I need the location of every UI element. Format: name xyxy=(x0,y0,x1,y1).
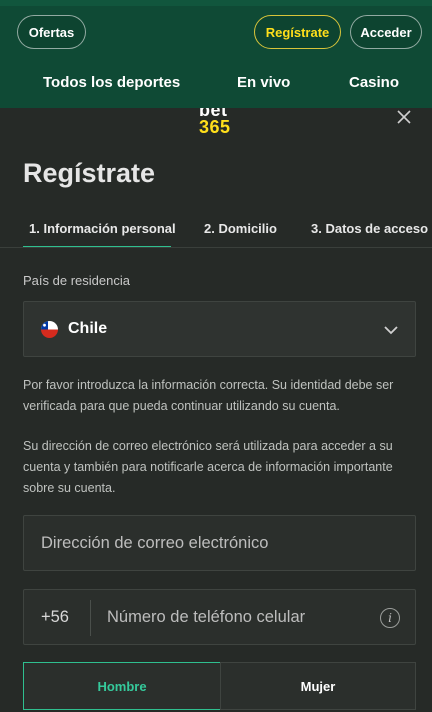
email-notice: Su dirección de correo electrónico será … xyxy=(23,439,393,495)
active-tab-indicator xyxy=(23,246,171,247)
tab-access-data[interactable]: 3. Datos de acceso xyxy=(311,221,428,236)
phone-divider xyxy=(90,600,91,636)
tab-personal-info[interactable]: 1. Información personal xyxy=(29,221,176,236)
tab-address[interactable]: 2. Domicilio xyxy=(204,221,277,236)
bet365-logo: bet 365 xyxy=(196,108,244,138)
nav-live[interactable]: En vivo xyxy=(237,74,290,91)
identity-notice: Por favor introduzca la información corr… xyxy=(23,378,394,413)
nav-casino[interactable]: Casino xyxy=(349,74,399,91)
nav-all-sports[interactable]: Todos los deportes xyxy=(43,74,180,91)
country-select[interactable]: Chile xyxy=(23,301,416,357)
country-value: Chile xyxy=(68,320,108,337)
info-icon[interactable]: i xyxy=(380,608,400,628)
phone-placeholder: Número de teléfono celular xyxy=(107,608,306,626)
header-stripe xyxy=(0,0,432,6)
email-placeholder: Dirección de correo electrónico xyxy=(41,534,269,552)
page-title: Regístrate xyxy=(23,158,156,188)
login-button[interactable]: Acceder xyxy=(350,15,422,49)
country-label: País de residencia xyxy=(23,273,130,288)
chile-flag-icon xyxy=(41,321,58,338)
step-tabs: 1. Información personal 2. Domicilio 3. … xyxy=(0,212,432,248)
gender-male-button[interactable]: Hombre xyxy=(23,662,221,710)
top-header: Ofertas Regístrate Acceder Todos los dep… xyxy=(0,0,432,108)
register-button[interactable]: Regístrate xyxy=(254,15,341,49)
phone-prefix[interactable]: +56 xyxy=(41,608,69,627)
email-field[interactable]: Dirección de correo electrónico xyxy=(23,515,416,571)
phone-field[interactable]: +56 Número de teléfono celular i xyxy=(23,589,416,645)
offers-button[interactable]: Ofertas xyxy=(17,15,86,49)
logo-365-text: 365 xyxy=(199,117,231,137)
gender-female-button[interactable]: Mujer xyxy=(220,662,416,710)
chevron-down-icon xyxy=(383,322,399,338)
close-icon[interactable] xyxy=(395,108,413,126)
